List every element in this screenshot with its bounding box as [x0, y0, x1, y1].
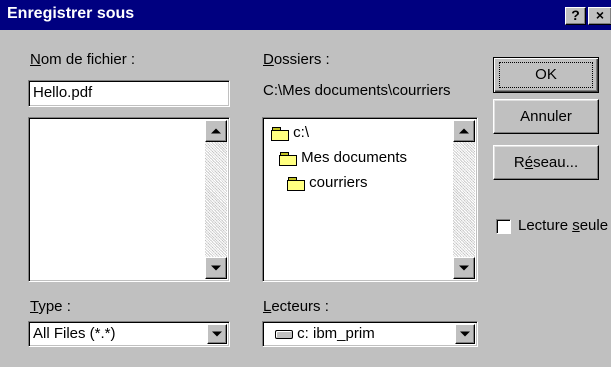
open-folder-icon: [287, 176, 305, 191]
tree-item-courriers[interactable]: courriers: [287, 174, 368, 191]
cancel-button[interactable]: Annuler: [493, 99, 599, 134]
help-button[interactable]: ?: [565, 7, 586, 25]
hard-drive-icon: [275, 329, 293, 339]
arrow-down-icon: [211, 265, 221, 271]
arrow-up-icon: [459, 128, 469, 134]
read-only-label-post: eule: [579, 217, 609, 234]
file-list-scrollbar[interactable]: [205, 120, 227, 279]
network-button[interactable]: Réseau...: [493, 145, 599, 180]
tree-item-label: Mes documents: [301, 149, 408, 166]
filename-label: Nom de fichier :: [30, 51, 135, 68]
drives-selected-value: c: ibm_prim: [297, 325, 375, 342]
folders-label-text: ossiers :: [273, 51, 330, 68]
window-title: Enregistrer sous: [7, 5, 135, 22]
scroll-up-button[interactable]: [205, 120, 227, 142]
folder-tree[interactable]: c:\ Mes documents courriers: [262, 117, 478, 282]
filename-label-text: om de fichier :: [40, 51, 136, 68]
drives-label-text: ecteurs :: [271, 298, 329, 315]
close-button[interactable]: ×: [588, 7, 611, 25]
network-label-post: seau...: [533, 154, 579, 171]
filename-input[interactable]: Hello.pdf: [28, 80, 230, 107]
drives-label: Lecteurs :: [263, 298, 329, 315]
filename-label-accel: N: [30, 51, 41, 68]
focus-rect: [499, 62, 593, 88]
read-only-label-accel: s: [572, 217, 580, 234]
title-bar[interactable]: Enregistrer sous ? ×: [0, 0, 611, 30]
tree-item-label: courriers: [309, 174, 368, 191]
network-label-accel: é: [524, 154, 534, 171]
file-list[interactable]: [28, 117, 230, 282]
ok-button[interactable]: OK: [493, 57, 599, 93]
filename-value: Hello.pdf: [33, 84, 93, 101]
open-folder-icon: [279, 151, 297, 166]
type-dropdown[interactable]: All Files (*.*): [28, 321, 230, 347]
arrow-down-icon: [459, 265, 469, 271]
tree-item-root[interactable]: c:\: [271, 124, 309, 141]
scroll-up-button[interactable]: [453, 120, 475, 142]
type-label-text: ype :: [38, 298, 71, 315]
drives-dropdown[interactable]: c: ibm_prim: [262, 321, 478, 347]
scroll-down-button[interactable]: [453, 257, 475, 279]
read-only-label[interactable]: Lecture seule: [518, 217, 608, 234]
open-folder-icon: [271, 126, 289, 141]
type-label: Type :: [30, 298, 71, 315]
type-dropdown-button[interactable]: [207, 324, 227, 344]
scroll-down-button[interactable]: [205, 257, 227, 279]
read-only-label-pre: Lecture: [518, 217, 573, 234]
network-label-pre: R: [513, 154, 525, 171]
type-selected-value: All Files (*.*): [33, 325, 116, 342]
chevron-down-icon: [460, 331, 470, 337]
read-only-checkbox[interactable]: [496, 219, 511, 234]
folder-tree-scrollbar[interactable]: [453, 120, 475, 279]
tree-item-label: c:\: [293, 124, 310, 141]
tree-item-mes-documents[interactable]: Mes documents: [279, 149, 407, 166]
drives-selected: c: ibm_prim: [275, 325, 375, 342]
folders-label: Dossiers :: [263, 51, 330, 68]
drives-dropdown-button[interactable]: [455, 324, 475, 344]
folders-label-accel: D: [263, 51, 274, 68]
current-path: C:\Mes documents\courriers: [263, 82, 451, 99]
arrow-up-icon: [211, 128, 221, 134]
chevron-down-icon: [212, 331, 222, 337]
